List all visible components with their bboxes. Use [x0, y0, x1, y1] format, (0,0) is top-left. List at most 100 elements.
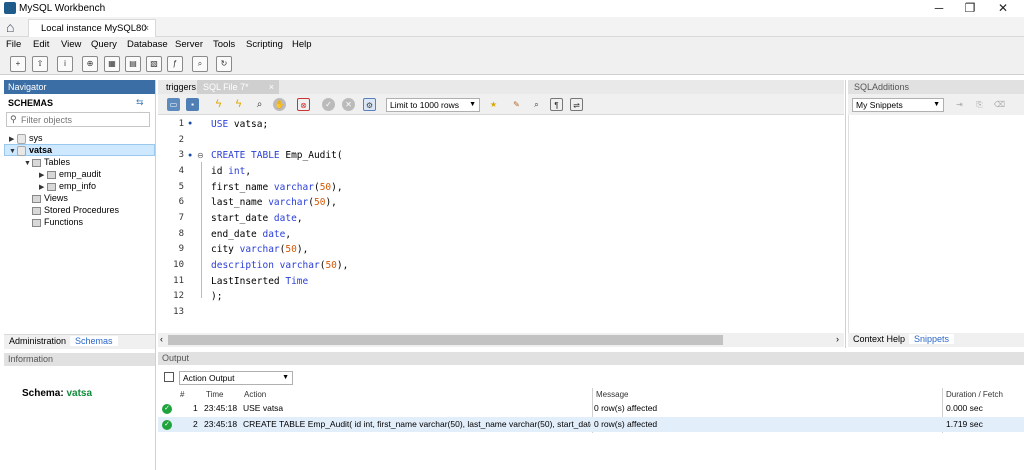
open-file-icon[interactable]: ▭ — [167, 98, 180, 111]
close-window-button[interactable]: ✕ — [988, 0, 1018, 17]
menu-server[interactable]: Server — [175, 39, 203, 50]
delete-snippet-icon[interactable]: ⌫ — [993, 98, 1006, 111]
code-line: start_date date, — [211, 213, 303, 224]
tree-item-views[interactable]: Views — [32, 192, 68, 204]
copy-output-icon[interactable] — [164, 372, 174, 382]
toggle-continue-on-error-icon[interactable]: ⊗ — [297, 98, 310, 111]
find-icon[interactable]: ⌕ — [530, 98, 543, 111]
column-header-action[interactable]: Action — [244, 390, 266, 399]
connection-tab[interactable]: Local instance MySQL80 × — [28, 19, 156, 37]
schemas-label: SCHEMAS — [8, 98, 54, 108]
menu-scripting[interactable]: Scripting — [246, 39, 283, 50]
new-sql-tab-icon[interactable]: + — [10, 56, 26, 72]
output-type-select[interactable]: Action Output ▼ — [179, 371, 293, 385]
column-header-number[interactable]: # — [180, 390, 184, 399]
create-view-icon[interactable]: ▤ — [125, 56, 141, 72]
menu-view[interactable]: View — [61, 39, 81, 50]
table-name-emp-info: emp_info — [59, 181, 97, 191]
menu-edit[interactable]: Edit — [33, 39, 49, 50]
views-label: Views — [44, 193, 68, 203]
title-bar: MySQL Workbench ─ ❐ ✕ — [0, 0, 1024, 17]
execute-statement-icon[interactable]: ϟ — [232, 98, 245, 111]
menu-tools[interactable]: Tools — [213, 39, 235, 50]
collapse-arrow-icon[interactable]: ▼ — [24, 158, 32, 170]
tab-administration[interactable]: Administration — [9, 336, 66, 346]
tree-item-emp-info[interactable]: ▶ emp_info — [39, 180, 96, 192]
tree-item-emp-audit[interactable]: ▶ emp_audit — [39, 168, 101, 180]
reconnect-icon[interactable]: ↻ — [216, 56, 232, 72]
tree-item-functions[interactable]: Functions — [32, 216, 83, 228]
explain-icon[interactable]: ⌕ — [253, 98, 266, 111]
beautify-icon[interactable]: ✎ — [510, 98, 523, 111]
autocommit-icon[interactable]: ⚙ — [363, 98, 376, 111]
tab-sql-file-label: SQL File 7* — [203, 82, 249, 92]
connection-tab-label: Local instance MySQL80 — [41, 23, 147, 34]
maximize-button[interactable]: ❐ — [955, 0, 985, 17]
execute-lightning-icon[interactable]: ϟ — [212, 98, 225, 111]
row-number: 2 — [193, 419, 198, 429]
tab-sql-file[interactable]: SQL File 7* × — [197, 80, 279, 94]
menu-file[interactable]: File — [6, 39, 21, 50]
invisible-chars-icon[interactable]: ¶ — [550, 98, 563, 111]
row-action: USE vatsa — [243, 403, 284, 413]
create-function-icon[interactable]: ƒ — [167, 56, 183, 72]
column-header-duration[interactable]: Duration / Fetch — [946, 390, 1003, 399]
open-sql-script-icon[interactable]: ⇧ — [32, 56, 48, 72]
code-line: ); — [211, 291, 223, 302]
column-header-time[interactable]: Time — [206, 390, 223, 399]
save-file-icon[interactable]: ▪ — [186, 98, 199, 111]
menu-help[interactable]: Help — [292, 39, 312, 50]
sql-editor[interactable] — [158, 115, 844, 333]
home-icon[interactable]: ⌂ — [6, 19, 22, 35]
window-title: MySQL Workbench — [19, 3, 106, 14]
line-number: 11 — [173, 276, 184, 286]
menu-query[interactable]: Query — [91, 39, 117, 50]
limit-rows-select[interactable]: Limit to 1000 rows ▼ — [386, 98, 480, 112]
stop-icon[interactable]: ✋ — [273, 98, 286, 111]
success-check-icon: ✓ — [162, 404, 172, 414]
close-tab-icon[interactable]: × — [143, 20, 149, 37]
inspector-icon[interactable]: i — [57, 56, 73, 72]
scrollbar-thumb[interactable] — [168, 335, 723, 345]
tree-item-stored-procedures[interactable]: Stored Procedures — [32, 204, 119, 216]
tab-triggers[interactable]: triggers — [160, 80, 202, 94]
tree-item-tables[interactable]: ▼ Tables — [24, 156, 70, 168]
tree-item-sys[interactable]: ▶ sys — [9, 132, 43, 144]
filter-objects-input[interactable] — [21, 114, 147, 126]
refresh-schemas-icon[interactable]: ⇆ — [136, 97, 144, 108]
minimize-button[interactable]: ─ — [924, 0, 954, 17]
close-tab-icon[interactable]: × — [269, 80, 274, 94]
tab-schemas[interactable]: Schemas — [70, 336, 118, 346]
search-table-data-icon[interactable]: ⌕ — [192, 56, 208, 72]
line-number: 4 — [178, 166, 184, 176]
line-number: 12 — [173, 291, 184, 301]
rollback-icon[interactable]: ✕ — [342, 98, 355, 111]
commit-icon[interactable]: ✓ — [322, 98, 335, 111]
create-schema-icon[interactable]: ⊕ — [82, 56, 98, 72]
sql-additions-header: SQLAdditions — [848, 80, 1024, 94]
scroll-left-icon[interactable]: ‹ — [160, 334, 163, 344]
left-panel-divider[interactable] — [155, 80, 156, 470]
right-panel-divider[interactable] — [845, 80, 846, 348]
tab-context-help[interactable]: Context Help — [853, 334, 905, 344]
scroll-right-icon[interactable]: › — [836, 334, 839, 344]
line-number: 3 — [178, 150, 184, 160]
row-time: 23:45:18 — [204, 403, 238, 413]
fold-toggle-icon[interactable]: ⊖ — [197, 151, 204, 160]
editor-horizontal-scrollbar[interactable]: ‹ › — [158, 333, 844, 347]
wrap-lines-icon[interactable]: ⇌ — [570, 98, 583, 111]
copy-snippet-icon[interactable]: ⎘ — [973, 98, 986, 111]
output-header: Output — [158, 352, 1024, 365]
create-table-icon[interactable]: ▦ — [104, 56, 120, 72]
snippet-category-select[interactable]: My Snippets ▼ — [852, 98, 944, 112]
create-procedure-icon[interactable]: ▧ — [146, 56, 162, 72]
insert-snippet-icon[interactable]: ⇥ — [953, 98, 966, 111]
menu-database[interactable]: Database — [127, 39, 168, 50]
code-line: end_date date, — [211, 229, 292, 240]
filter-objects-field[interactable]: ⚲ — [6, 112, 150, 127]
column-header-message[interactable]: Message — [596, 390, 628, 399]
tab-snippets[interactable]: Snippets — [909, 334, 955, 344]
collapse-arrow-icon[interactable]: ▼ — [9, 146, 17, 158]
tree-item-vatsa[interactable]: ▼ vatsa — [9, 144, 52, 156]
add-to-snippets-icon[interactable]: ★ — [487, 98, 500, 111]
